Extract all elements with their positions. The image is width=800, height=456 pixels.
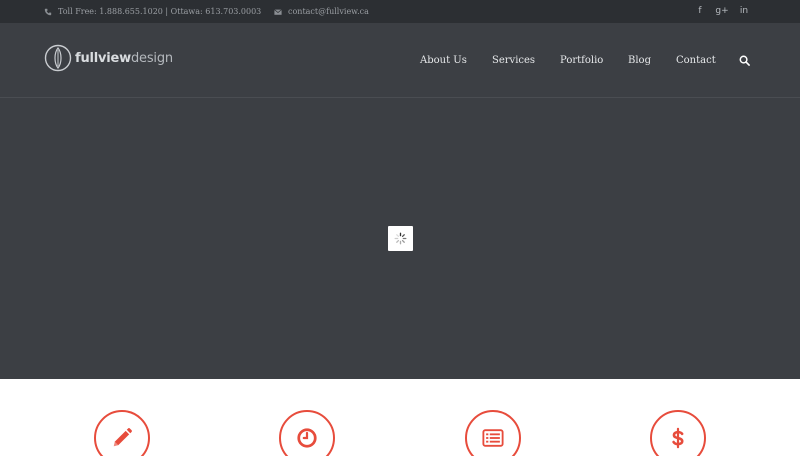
nav-services[interactable]: Services xyxy=(492,53,535,67)
email-link[interactable]: contact@fullview.ca xyxy=(274,5,369,18)
nav-about-us[interactable]: About Us xyxy=(420,53,467,67)
top-bar: Toll Free: 1.888.655.1020 | Ottawa: 613.… xyxy=(0,0,800,23)
feature-design-circle xyxy=(94,410,150,456)
linkedin-icon[interactable]: in xyxy=(738,4,750,18)
dollar-icon xyxy=(672,427,684,449)
nav-blog[interactable]: Blog xyxy=(628,53,651,67)
email-text: contact@fullview.ca xyxy=(288,7,369,16)
search-icon[interactable] xyxy=(739,55,750,66)
nav-contact[interactable]: Contact xyxy=(676,53,716,67)
site-logo[interactable]: fullview design xyxy=(44,44,173,72)
google-plus-icon[interactable]: g+ xyxy=(715,4,728,18)
feature-pricing-circle xyxy=(650,410,706,456)
feature-time-circle xyxy=(279,410,335,456)
logo-word-fullview: fullview xyxy=(75,50,131,66)
spinner-icon xyxy=(394,232,407,245)
logo-mark-icon xyxy=(44,44,72,72)
logo-word-design: design xyxy=(130,50,173,66)
envelope-icon xyxy=(274,8,282,16)
facebook-icon[interactable]: f xyxy=(694,4,706,18)
clock-icon xyxy=(297,428,317,448)
list-icon xyxy=(482,429,504,447)
phone-text: Toll Free: 1.888.655.1020 | Ottawa: 613.… xyxy=(58,7,262,16)
nav-portfolio[interactable]: Portfolio xyxy=(560,53,603,67)
phone-info: Toll Free: 1.888.655.1020 | Ottawa: 613.… xyxy=(44,5,261,18)
site-header: fullview design About Us Services Portfo… xyxy=(0,23,800,98)
pencil-icon xyxy=(113,428,132,447)
phone-icon xyxy=(44,8,52,16)
features-row xyxy=(0,379,800,456)
feature-content-circle xyxy=(465,410,521,456)
loading-spinner xyxy=(388,226,413,251)
hero-slider xyxy=(0,98,800,379)
